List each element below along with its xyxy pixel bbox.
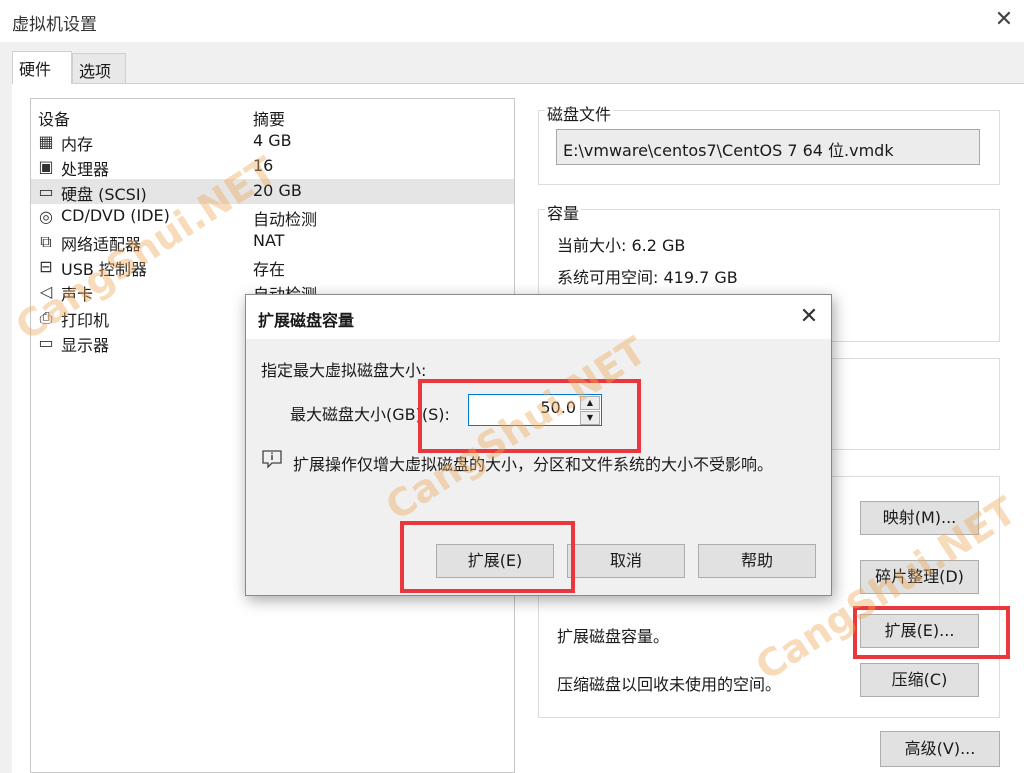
highlight-box-size <box>418 379 641 453</box>
advanced-button[interactable]: 高级(V)... <box>880 731 1000 767</box>
dialog-info-text: 扩展操作仅增大虚拟磁盘的大小，分区和文件系统的大小不受影响。 <box>293 455 774 474</box>
expand-disk-label: 扩展磁盘容量。 <box>557 627 670 646</box>
dialog-title: 扩展磁盘容量 <box>258 311 355 330</box>
map-button[interactable]: 映射(M)... <box>860 501 979 535</box>
highlight-box-dialog-expand <box>400 521 575 593</box>
device-name: 打印机 <box>61 311 110 330</box>
cpu-icon: ▣ <box>38 157 54 176</box>
device-name: 内存 <box>61 135 94 154</box>
system-free-label: 系统可用空间: 419.7 GB <box>557 268 738 287</box>
window-close-icon[interactable]: ✕ <box>992 8 1016 32</box>
info-icon <box>261 449 283 469</box>
device-row-memory[interactable]: ▦ 内存 4 GB <box>31 129 514 154</box>
dialog-prompt: 指定最大虚拟磁盘大小: <box>261 361 427 380</box>
memory-icon: ▦ <box>38 132 54 151</box>
device-summary: 4 GB <box>253 131 292 150</box>
device-name: 声卡 <box>61 285 94 304</box>
disk-file-title: 磁盘文件 <box>545 101 614 125</box>
device-name: 网络适配器 <box>61 235 142 254</box>
highlight-box-expand <box>853 606 1010 659</box>
device-row-usb[interactable]: ⊟ USB 控制器 存在 <box>31 254 514 279</box>
dialog-help-button[interactable]: 帮助 <box>698 544 816 578</box>
device-summary: 存在 <box>253 260 286 279</box>
capacity-title: 容量 <box>545 200 582 224</box>
device-summary: 16 <box>253 156 274 175</box>
cdrom-icon: ◎ <box>39 207 53 226</box>
device-row-processor[interactable]: ▣ 处理器 16 <box>31 154 514 179</box>
window-title: 虚拟机设置 <box>12 15 97 35</box>
device-row-network[interactable]: ⧉ 网络适配器 NAT <box>31 229 514 254</box>
defrag-button[interactable]: 碎片整理(D) <box>860 560 979 594</box>
printer-icon: ⎙ <box>39 308 53 327</box>
device-row-harddisk[interactable]: ▭ 硬盘 (SCSI) 20 GB <box>31 179 514 204</box>
device-name: 显示器 <box>61 336 110 355</box>
harddisk-icon: ▭ <box>38 182 54 201</box>
network-icon: ⧉ <box>40 232 52 251</box>
sound-icon: ◁ <box>39 282 53 301</box>
device-name: USB 控制器 <box>61 260 147 279</box>
device-name: CD/DVD (IDE) <box>61 206 170 225</box>
disk-file-path[interactable]: E:\vmware\centos7\CentOS 7 64 位.vmdk <box>556 129 980 165</box>
tab-options[interactable]: 选项 <box>72 53 126 83</box>
device-summary: 自动检测 <box>253 210 318 229</box>
summary-column-header: 摘要 <box>253 110 286 129</box>
monitor-icon: ▭ <box>38 333 54 352</box>
compact-button[interactable]: 压缩(C) <box>860 663 979 697</box>
usb-icon: ⊟ <box>39 257 53 276</box>
device-summary: 20 GB <box>253 181 302 200</box>
device-summary: NAT <box>253 231 285 250</box>
current-size-label: 当前大小: 6.2 GB <box>557 236 686 255</box>
compact-disk-label: 压缩磁盘以回收未使用的空间。 <box>557 675 782 694</box>
dialog-cancel-button[interactable]: 取消 <box>567 544 685 578</box>
window-titlebar <box>0 0 1024 42</box>
device-name: 硬盘 (SCSI) <box>61 185 147 204</box>
dialog-close-icon[interactable]: ✕ <box>796 304 822 330</box>
device-name: 处理器 <box>61 160 110 179</box>
device-row-cdrom[interactable]: ◎ CD/DVD (IDE) 自动检测 <box>31 204 514 229</box>
tab-hardware[interactable]: 硬件 <box>12 51 72 84</box>
device-column-header: 设备 <box>38 110 71 129</box>
